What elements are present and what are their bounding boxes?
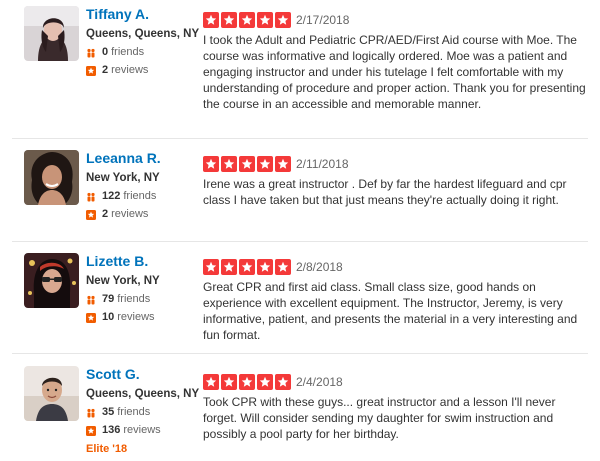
- reviews-count: 2: [102, 208, 109, 220]
- reviews-label: reviews: [117, 311, 155, 323]
- reviews-count: 2: [102, 64, 109, 76]
- reviews-stat: 2 reviews: [86, 208, 196, 221]
- star-icon: [275, 259, 291, 275]
- review-star-icon: [86, 425, 96, 436]
- friends-count: 0: [102, 46, 109, 58]
- avatar[interactable]: [24, 253, 79, 308]
- star-icon: [203, 156, 219, 172]
- reviews-label: reviews: [123, 424, 161, 436]
- star-icon: [239, 156, 255, 172]
- friends-icon: [86, 192, 96, 202]
- user-name-link[interactable]: Lizette B.: [86, 253, 196, 269]
- review-text: I took the Adult and Pediatric CPR/AED/F…: [203, 33, 586, 111]
- reviews-label: reviews: [111, 64, 149, 76]
- star-icon: [257, 374, 273, 390]
- review-item: Leeanna R. New York, NY 122 friends 2 re…: [0, 150, 600, 242]
- review-date: 2/8/2018: [296, 260, 343, 274]
- avatar-photo-icon: [24, 150, 79, 205]
- friends-stat: 0 friends: [86, 46, 196, 59]
- user-name-link[interactable]: Tiffany A.: [86, 6, 196, 22]
- friends-label: friends: [117, 406, 151, 418]
- star-icon: [275, 374, 291, 390]
- avatar-photo-icon: [24, 366, 79, 421]
- user-location: Queens, Queens, NY: [86, 28, 200, 40]
- star-icon: [239, 12, 255, 28]
- star-rating: [203, 12, 291, 28]
- friends-label: friends: [117, 293, 151, 305]
- friends-stat: 122 friends: [86, 190, 196, 203]
- star-rating: [203, 156, 291, 172]
- review-star-icon: [86, 209, 96, 220]
- reviews-label: reviews: [111, 208, 149, 220]
- user-location: New York, NY: [86, 172, 160, 184]
- review-text: Great CPR and first aid class. Small cla…: [203, 280, 578, 342]
- star-icon: [221, 156, 237, 172]
- avatar-photo-icon: [24, 253, 79, 308]
- avatar[interactable]: [24, 150, 79, 205]
- review-item: Tiffany A. Queens, Queens, NY 0 friends …: [0, 6, 600, 139]
- review-text: Took CPR with these guys... great instru…: [203, 395, 556, 441]
- star-icon: [221, 374, 237, 390]
- review-date: 2/17/2018: [296, 13, 350, 27]
- friends-stat: 35 friends: [86, 406, 196, 419]
- star-icon: [257, 259, 273, 275]
- divider: [12, 353, 588, 354]
- friends-count: 79: [102, 293, 115, 305]
- review-star-icon: [86, 312, 96, 323]
- avatar[interactable]: [24, 6, 79, 61]
- star-icon: [275, 12, 291, 28]
- star-icon: [257, 156, 273, 172]
- star-icon: [203, 374, 219, 390]
- star-icon: [203, 259, 219, 275]
- review-date: 2/4/2018: [296, 375, 343, 389]
- review-item: Lizette B. New York, NY 79 friends 10 re…: [0, 253, 600, 354]
- elite-badge[interactable]: Elite '18: [86, 443, 196, 456]
- friends-stat: 79 friends: [86, 293, 196, 306]
- star-icon: [275, 156, 291, 172]
- star-icon: [257, 12, 273, 28]
- divider: [12, 138, 588, 139]
- friends-icon: [86, 295, 96, 305]
- review-date: 2/11/2018: [296, 157, 349, 171]
- star-rating: [203, 374, 291, 390]
- review-item: Scott G. Queens, Queens, NY 35 friends 1…: [0, 366, 600, 461]
- star-icon: [239, 259, 255, 275]
- user-name-link[interactable]: Scott G.: [86, 366, 196, 382]
- friends-label: friends: [123, 190, 157, 202]
- friends-icon: [86, 48, 96, 58]
- review-text: Irene was a great instructor . Def by fa…: [203, 177, 567, 207]
- star-icon: [221, 259, 237, 275]
- friends-icon: [86, 408, 96, 418]
- star-icon: [239, 374, 255, 390]
- reviews-count: 136: [102, 424, 121, 436]
- reviews-stat: 10 reviews: [86, 311, 196, 324]
- reviews-stat: 2 reviews: [86, 64, 196, 77]
- reviews-stat: 136 reviews: [86, 424, 196, 437]
- friends-label: friends: [111, 46, 145, 58]
- review-star-icon: [86, 65, 96, 76]
- avatar-photo-icon: [24, 6, 79, 61]
- user-location: New York, NY: [86, 275, 160, 287]
- star-rating: [203, 259, 291, 275]
- friends-count: 122: [102, 190, 121, 202]
- user-location: Queens, Queens, NY: [86, 388, 200, 400]
- user-name-link[interactable]: Leeanna R.: [86, 150, 196, 166]
- avatar[interactable]: [24, 366, 79, 421]
- reviews-count: 10: [102, 311, 115, 323]
- divider: [12, 241, 588, 242]
- friends-count: 35: [102, 406, 115, 418]
- star-icon: [203, 12, 219, 28]
- star-icon: [221, 12, 237, 28]
